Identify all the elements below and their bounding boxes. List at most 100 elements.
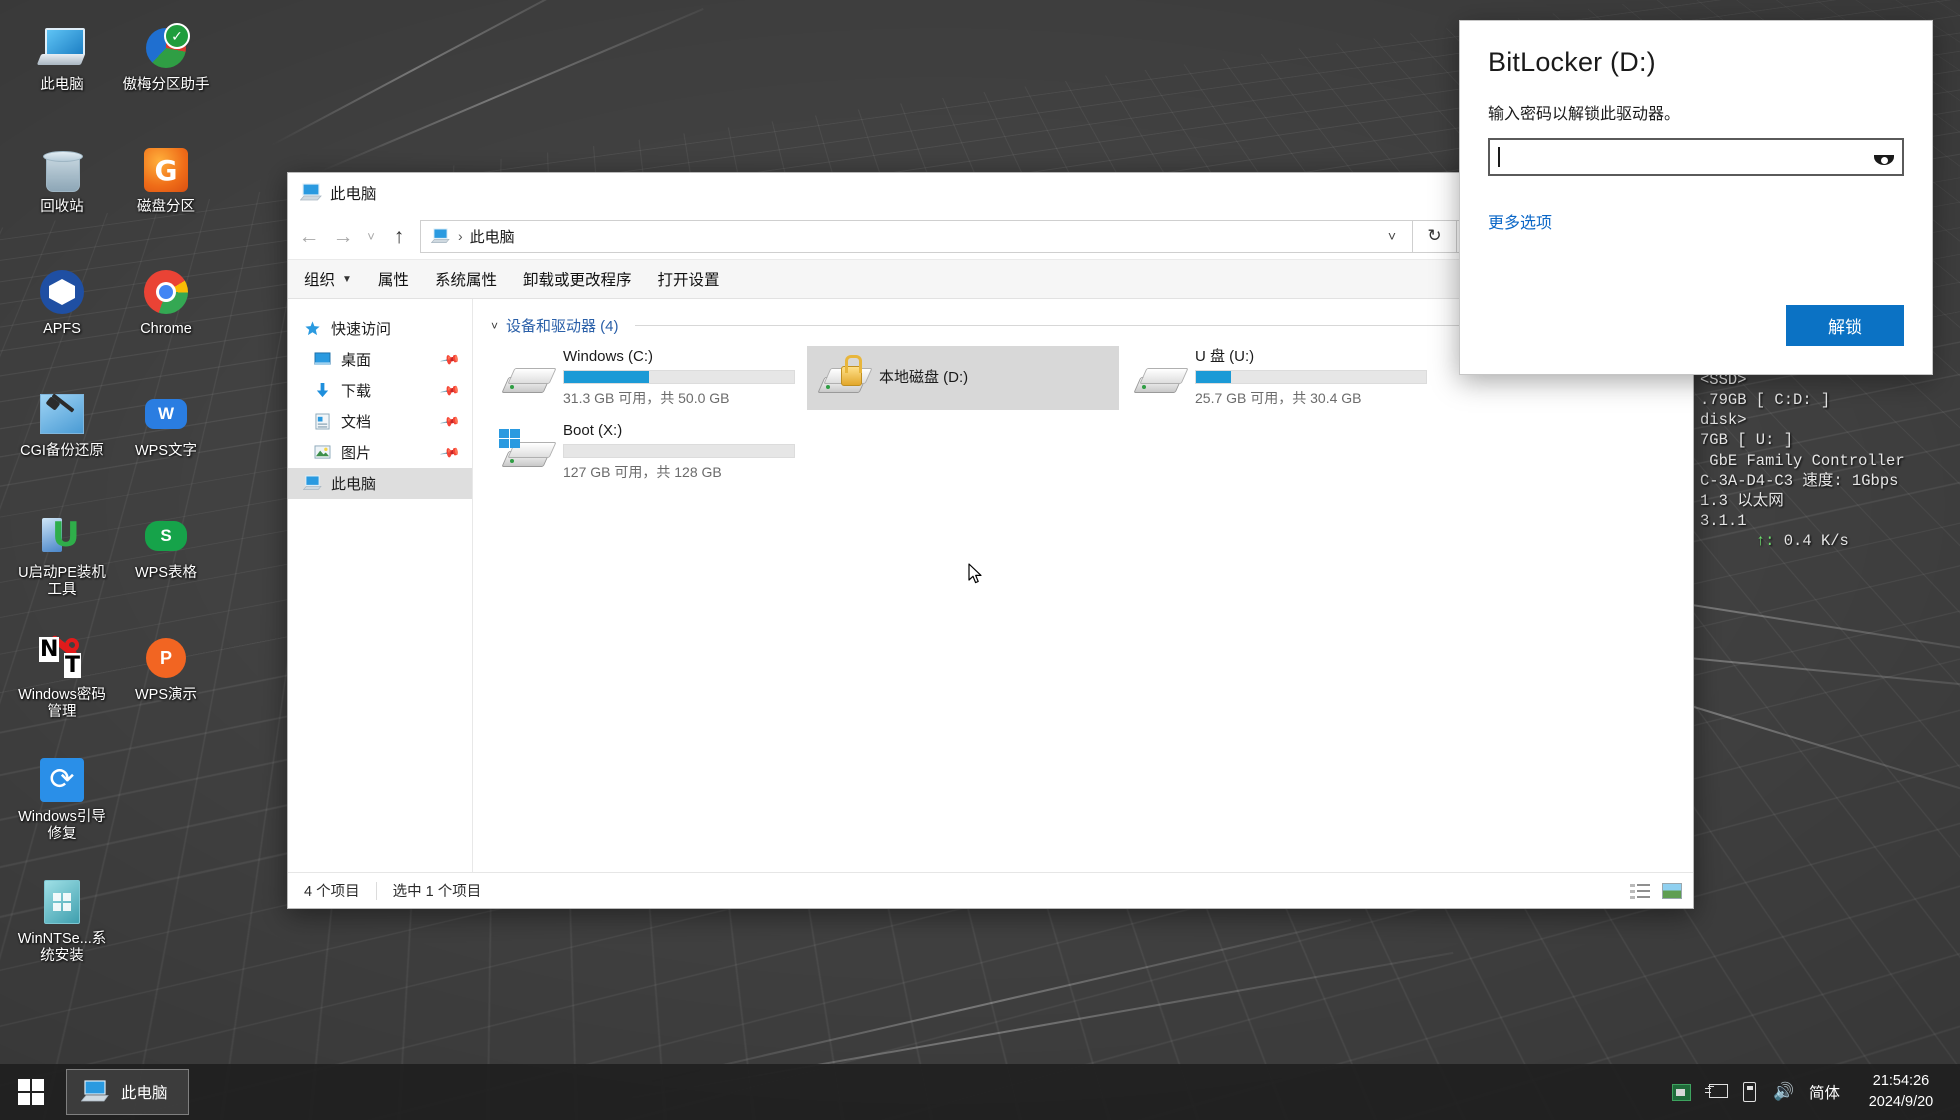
volume-icon[interactable]: 🔊 xyxy=(1767,1072,1801,1112)
navigation-pane[interactable]: 快速访问 桌面 📌 下载 📌 文档 📌 图片 📌 此电脑 xyxy=(288,299,473,872)
sidebar-item-star-pin-icon[interactable]: 快速访问 xyxy=(288,313,472,344)
desktop[interactable]: 此电脑 傲梅分区助手回收站 G 磁盘分区 APFS Chrome CGI备份还原 W WPS文字… xyxy=(0,0,1960,1120)
desktop-icon-this-pc-icon[interactable]: 此电脑 xyxy=(14,16,110,138)
hard-drive-locked-icon xyxy=(815,355,873,401)
desktop-icon-windows-boot-repair-icon[interactable]: ⟳ Windows引导修复 xyxy=(14,748,110,870)
command-1[interactable]: 组织 ▼ xyxy=(304,268,352,290)
bginfo-line: GbE Family Controller xyxy=(1700,451,1905,470)
pin-icon[interactable]: 📌 xyxy=(439,379,461,401)
address-bar[interactable]: › 此电脑 ˅ xyxy=(420,219,1413,253)
large-icons-view-icon[interactable] xyxy=(1659,879,1685,903)
star-pin-icon xyxy=(302,320,322,338)
drive-name: 本地磁盘 (D:) xyxy=(879,369,969,386)
unlock-button[interactable]: 解锁 xyxy=(1786,305,1904,346)
desktop-icon-disk-partition-icon[interactable]: G 磁盘分区 xyxy=(118,138,214,260)
sidebar-item-desktop-icon[interactable]: 桌面 📌 xyxy=(288,344,472,375)
command-2[interactable]: 属性 xyxy=(378,268,409,290)
taskbar[interactable]: 此电脑 🔊 简体 21:54:26 2024/9/20 xyxy=(0,1064,1960,1120)
bginfo-line: disk> xyxy=(1700,411,1747,430)
sidebar-item-label: 文档 xyxy=(341,414,372,431)
this-pc-icon xyxy=(302,475,322,493)
desktop-icon-label: CGI备份还原 xyxy=(20,443,104,459)
desktop-icon-aomei-partition-assistant-icon[interactable]: 傲梅分区助手 xyxy=(118,16,214,138)
hard-drive-windows-icon xyxy=(499,355,557,401)
pin-icon[interactable]: 📌 xyxy=(439,410,461,432)
drive-name: Boot (X:) xyxy=(563,422,623,439)
desktop-icon-label: 磁盘分区 xyxy=(137,199,195,215)
sidebar-item-label: 桌面 xyxy=(341,352,372,369)
sidebar-item-label: 图片 xyxy=(341,445,372,462)
apfs-icon xyxy=(38,268,86,316)
windows-start-icon[interactable] xyxy=(0,1064,62,1120)
chevron-down-icon[interactable]: ▼ xyxy=(342,274,352,285)
command-label: 组织 xyxy=(304,272,336,289)
removable-drive-icon xyxy=(1131,355,1189,401)
taskbar-item-this-pc[interactable]: 此电脑 xyxy=(66,1069,189,1115)
desktop-icon-wps-writer-icon[interactable]: W WPS文字 xyxy=(118,382,214,504)
desktop-icon-wps-presentation-icon[interactable]: P WPS演示 xyxy=(118,626,214,748)
desktop-icon-winntsetup-icon[interactable]: WinNTSe...系统安装 xyxy=(14,870,110,992)
text-caret xyxy=(1498,147,1500,167)
pin-icon[interactable]: 📌 xyxy=(439,348,461,370)
safely-remove-usb-icon[interactable] xyxy=(1733,1072,1767,1112)
command-label: 打开设置 xyxy=(657,272,720,289)
recent-locations-button[interactable]: ˅ xyxy=(360,219,382,253)
breadcrumb[interactable]: 此电脑 xyxy=(470,226,515,247)
desktop-icon-wps-spreadsheet-icon[interactable]: S WPS表格 xyxy=(118,504,214,626)
eye-icon[interactable] xyxy=(1874,149,1896,165)
drive-tile[interactable]: U 盘 (U:) 25.7 GB 可用，共 30.4 GB xyxy=(1123,346,1435,410)
desktop-icon xyxy=(312,351,332,369)
desktop-icon-apfs-icon[interactable]: APFS xyxy=(14,260,110,382)
refresh-button[interactable]: ↻ xyxy=(1413,219,1457,253)
desktop-icon-upe-install-tool-icon[interactable]: U启动PE装机工具 xyxy=(14,504,110,626)
pictures-icon xyxy=(312,444,332,462)
uplink-arrow-icon: ↑: xyxy=(1755,532,1775,551)
sidebar-item-pictures-icon[interactable]: 图片 📌 xyxy=(288,437,472,468)
bginfo-line: 3.1.1 xyxy=(1700,511,1747,530)
back-button[interactable]: ← xyxy=(292,219,326,253)
command-label: 属性 xyxy=(377,272,409,289)
drive-usage-bar xyxy=(1195,370,1427,384)
command-5[interactable]: 打开设置 xyxy=(657,268,719,290)
chevron-down-icon[interactable]: ˅ xyxy=(491,319,498,333)
drive-tile[interactable]: Boot (X:) 127 GB 可用，共 128 GB xyxy=(491,420,803,484)
desktop-icon-cgi-backup-restore-icon[interactable]: CGI备份还原 xyxy=(14,382,110,504)
drive-tile[interactable]: Windows (C:) 31.3 GB 可用，共 50.0 GB xyxy=(491,346,803,410)
password-field[interactable] xyxy=(1488,138,1904,176)
this-pc-icon xyxy=(80,1080,109,1104)
security-shield-icon[interactable] xyxy=(1665,1072,1699,1112)
pin-icon[interactable]: 📌 xyxy=(439,441,461,463)
chrome-icon xyxy=(142,268,190,316)
sidebar-item-documents-icon[interactable]: 文档 📌 xyxy=(288,406,472,437)
desktop-icon-windows-password-manager-icon[interactable]: N T Windows密码管理 xyxy=(14,626,110,748)
details-view-icon[interactable] xyxy=(1627,879,1653,903)
desktop-icon-grid: 此电脑 傲梅分区助手回收站 G 磁盘分区 APFS Chrome CGI备份还原 W WPS文字… xyxy=(14,16,214,992)
desktop-icon-label: Windows密码管理 xyxy=(18,687,106,721)
forward-button[interactable]: → xyxy=(326,219,360,253)
desktop-icon-label: APFS xyxy=(43,321,81,337)
command-4[interactable]: 卸载或更改程序 xyxy=(523,268,632,290)
desktop-icon-chrome-icon[interactable]: Chrome xyxy=(118,260,214,382)
explorer-title: 此电脑 xyxy=(330,186,377,203)
sidebar-item-downloads-icon[interactable]: 下载 📌 xyxy=(288,375,472,406)
chevron-down-icon[interactable]: ˅ xyxy=(1378,228,1406,244)
system-tray[interactable]: 🔊 简体 21:54:26 2024/9/20 xyxy=(1665,1071,1960,1113)
ime-indicator[interactable]: 简体 xyxy=(1801,1081,1848,1103)
taskbar-clock[interactable]: 21:54:26 2024/9/20 xyxy=(1848,1071,1944,1113)
wps-presentation-icon: P xyxy=(142,634,190,682)
more-options-link[interactable]: 更多选项 xyxy=(1488,209,1552,233)
explorer-body: 快速访问 桌面 📌 下载 📌 文档 📌 图片 📌 此电脑 ˅ 设备和驱动器 (4) Windows… xyxy=(288,299,1693,872)
group-header-label: 设备和驱动器 (4) xyxy=(506,318,619,335)
command-label: 系统属性 xyxy=(434,272,497,289)
drive-tile[interactable]: 本地磁盘 (D:) xyxy=(807,346,1119,410)
network-icon[interactable] xyxy=(1699,1072,1733,1112)
sidebar-item-this-pc-icon[interactable]: 此电脑 xyxy=(288,468,472,499)
explorer-content[interactable]: ˅ 设备和驱动器 (4) Windows (C:) 31.3 GB 可用，共 50… xyxy=(473,299,1693,872)
desktop-icon-recycle-bin-icon[interactable]: 回收站 xyxy=(14,138,110,260)
drive-usage-bar xyxy=(563,370,795,384)
bitlocker-title: BitLocker (D:) xyxy=(1488,47,1656,77)
up-button[interactable]: ↑ xyxy=(382,219,416,253)
command-3[interactable]: 系统属性 xyxy=(435,268,497,290)
status-item-count: 4 个项目 xyxy=(304,884,360,900)
bitlocker-unlock-dialog[interactable]: BitLocker (D:) 输入密码以解锁此驱动器。 更多选项 解锁 xyxy=(1459,20,1933,375)
